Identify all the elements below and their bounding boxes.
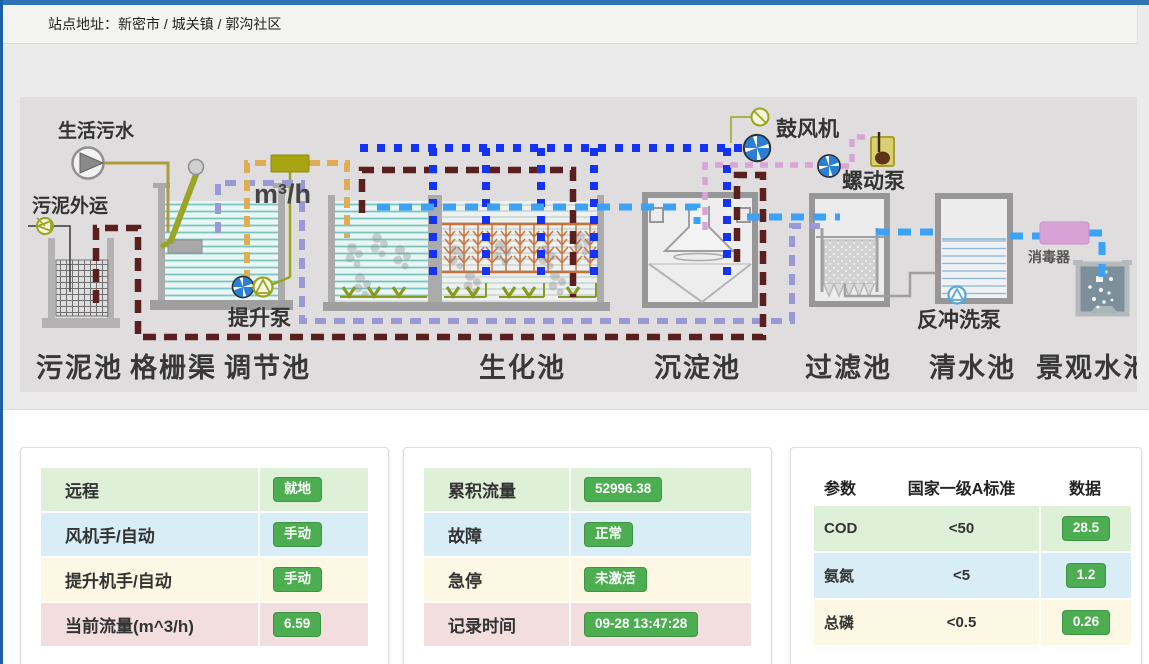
left-accent-bar xyxy=(0,0,3,664)
blower-label: 鼓风机 xyxy=(776,117,839,141)
sludge-out-label: 污泥外运 xyxy=(32,194,108,217)
tank-sludge-label: 污泥池 xyxy=(36,353,123,383)
tank-bio-label: 生化池 xyxy=(479,353,566,383)
water-quality-panel: 参数 国家一级A标准 数据 COD <50 28.5 氨氮 <5 1.2 总磷 … xyxy=(790,447,1142,664)
table-header-row: 参数 国家一级A标准 数据 xyxy=(814,468,1131,506)
tank-sedimentation-label: 沉淀池 xyxy=(654,352,741,383)
inflow-pump-icon[interactable] xyxy=(73,148,104,179)
timestamp-badge: 09-28 13:47:28 xyxy=(584,612,698,637)
param-name: 氨氮 xyxy=(814,565,884,586)
row-label: 急停 xyxy=(424,567,569,592)
table-row: 远程 就地 xyxy=(41,468,368,513)
hmi-screen: 站点地址：新密市 / 城关镇 / 郭沟社区 xyxy=(0,0,1149,664)
disinfector-label: 消毒器 xyxy=(1028,249,1071,265)
filter-media-icon xyxy=(824,240,876,284)
status-badge: 未激活 xyxy=(584,567,647,592)
site-address-label: 站点地址：新密市 / 城关镇 / 郭沟社区 xyxy=(3,5,1137,43)
status-badge: 正常 xyxy=(584,522,633,547)
table-row: 累积流量 52996.38 xyxy=(424,468,751,513)
column-header-data: 数据 xyxy=(1069,475,1101,499)
inflow-label: 生活污水 xyxy=(58,119,135,142)
tank-grid-label: 格栅渠 xyxy=(130,353,217,383)
lift-pump-icon[interactable] xyxy=(254,278,273,297)
param-name: COD xyxy=(814,520,884,537)
site-header: 站点地址：新密市 / 城关镇 / 郭沟社区 xyxy=(3,5,1138,44)
backwash-pump-label: 反冲洗泵 xyxy=(917,309,1001,332)
param-name: 总磷 xyxy=(814,612,884,633)
blower-fan-icon[interactable] xyxy=(744,135,770,161)
table-row: 当前流量(m^3/h) 6.59 xyxy=(41,603,368,648)
value-badge: 28.5 xyxy=(1062,516,1110,541)
sludge-out-valve-icon[interactable] xyxy=(37,218,53,234)
flow-meter-icon[interactable] xyxy=(271,155,309,172)
control-status-panel: 远程 就地 风机手/自动 手动 提升机手/自动 手动 当前流量(m^3/h) 6… xyxy=(20,447,389,664)
bio-tank xyxy=(323,195,610,311)
tank-regulating-label: 调节池 xyxy=(224,353,311,383)
row-label: 提升机手/自动 xyxy=(41,567,258,592)
table-row: 急停 未激活 xyxy=(424,558,751,603)
table-row: 氨氮 <5 1.2 xyxy=(814,553,1131,600)
blower-valve-icon[interactable] xyxy=(752,109,769,126)
table-row: 总磷 <0.5 0.26 xyxy=(814,600,1131,647)
table-row: 提升机手/自动 手动 xyxy=(41,558,368,603)
row-label: 记录时间 xyxy=(424,612,569,637)
disinfector-icon[interactable] xyxy=(1040,222,1089,244)
sludge-tank xyxy=(42,238,120,328)
backwash-pump-icon[interactable] xyxy=(949,287,966,304)
peristaltic-pump-label: 螺动泵 xyxy=(842,170,905,193)
tank-clearwater-label: 清水池 xyxy=(929,353,1016,383)
value-badge: 1.2 xyxy=(1066,563,1107,588)
row-label: 远程 xyxy=(41,477,258,502)
row-label: 故障 xyxy=(424,522,569,547)
screen-drive-icon xyxy=(189,160,204,175)
clearwater-tank xyxy=(938,196,1010,304)
row-label: 当前流量(m^3/h) xyxy=(41,612,258,637)
status-badge: 手动 xyxy=(273,522,322,547)
status-badge: 就地 xyxy=(273,477,322,502)
flow-unit-label: m³/h xyxy=(254,179,311,209)
value-badge: 0.26 xyxy=(1062,610,1110,635)
peristaltic-fan-icon[interactable] xyxy=(818,155,840,177)
column-header-standard: 国家一级A标准 xyxy=(908,475,1016,499)
tank-landscape-label: 景观水池 xyxy=(1036,353,1137,383)
status-badge: 手动 xyxy=(273,567,322,592)
dosing-beaker-icon[interactable] xyxy=(871,132,894,166)
value-badge: 6.59 xyxy=(273,612,321,637)
row-label: 累积流量 xyxy=(424,477,569,502)
param-standard: <5 xyxy=(953,567,970,584)
table-row: 故障 正常 xyxy=(424,513,751,558)
lift-fan-icon[interactable] xyxy=(233,277,254,298)
lift-pump-label: 提升泵 xyxy=(228,306,291,330)
table-row: 风机手/自动 手动 xyxy=(41,513,368,558)
tank-filter-label: 过滤池 xyxy=(805,353,892,383)
process-flow-diagram: 生活污水 污泥外运 m³/h 提升泵 鼓风机 螺动泵 反冲洗泵 消毒器 污泥池 … xyxy=(20,97,1137,392)
param-standard: <50 xyxy=(949,520,974,537)
param-standard: <0.5 xyxy=(947,614,977,631)
table-row: 记录时间 09-28 13:47:28 xyxy=(424,603,751,648)
value-badge: 52996.38 xyxy=(584,477,662,502)
flow-status-panel: 累积流量 52996.38 故障 正常 急停 未激活 记录时间 09-28 13… xyxy=(403,447,772,664)
row-label: 风机手/自动 xyxy=(41,522,258,547)
column-header-param: 参数 xyxy=(814,475,884,499)
table-row: COD <50 28.5 xyxy=(814,506,1131,553)
